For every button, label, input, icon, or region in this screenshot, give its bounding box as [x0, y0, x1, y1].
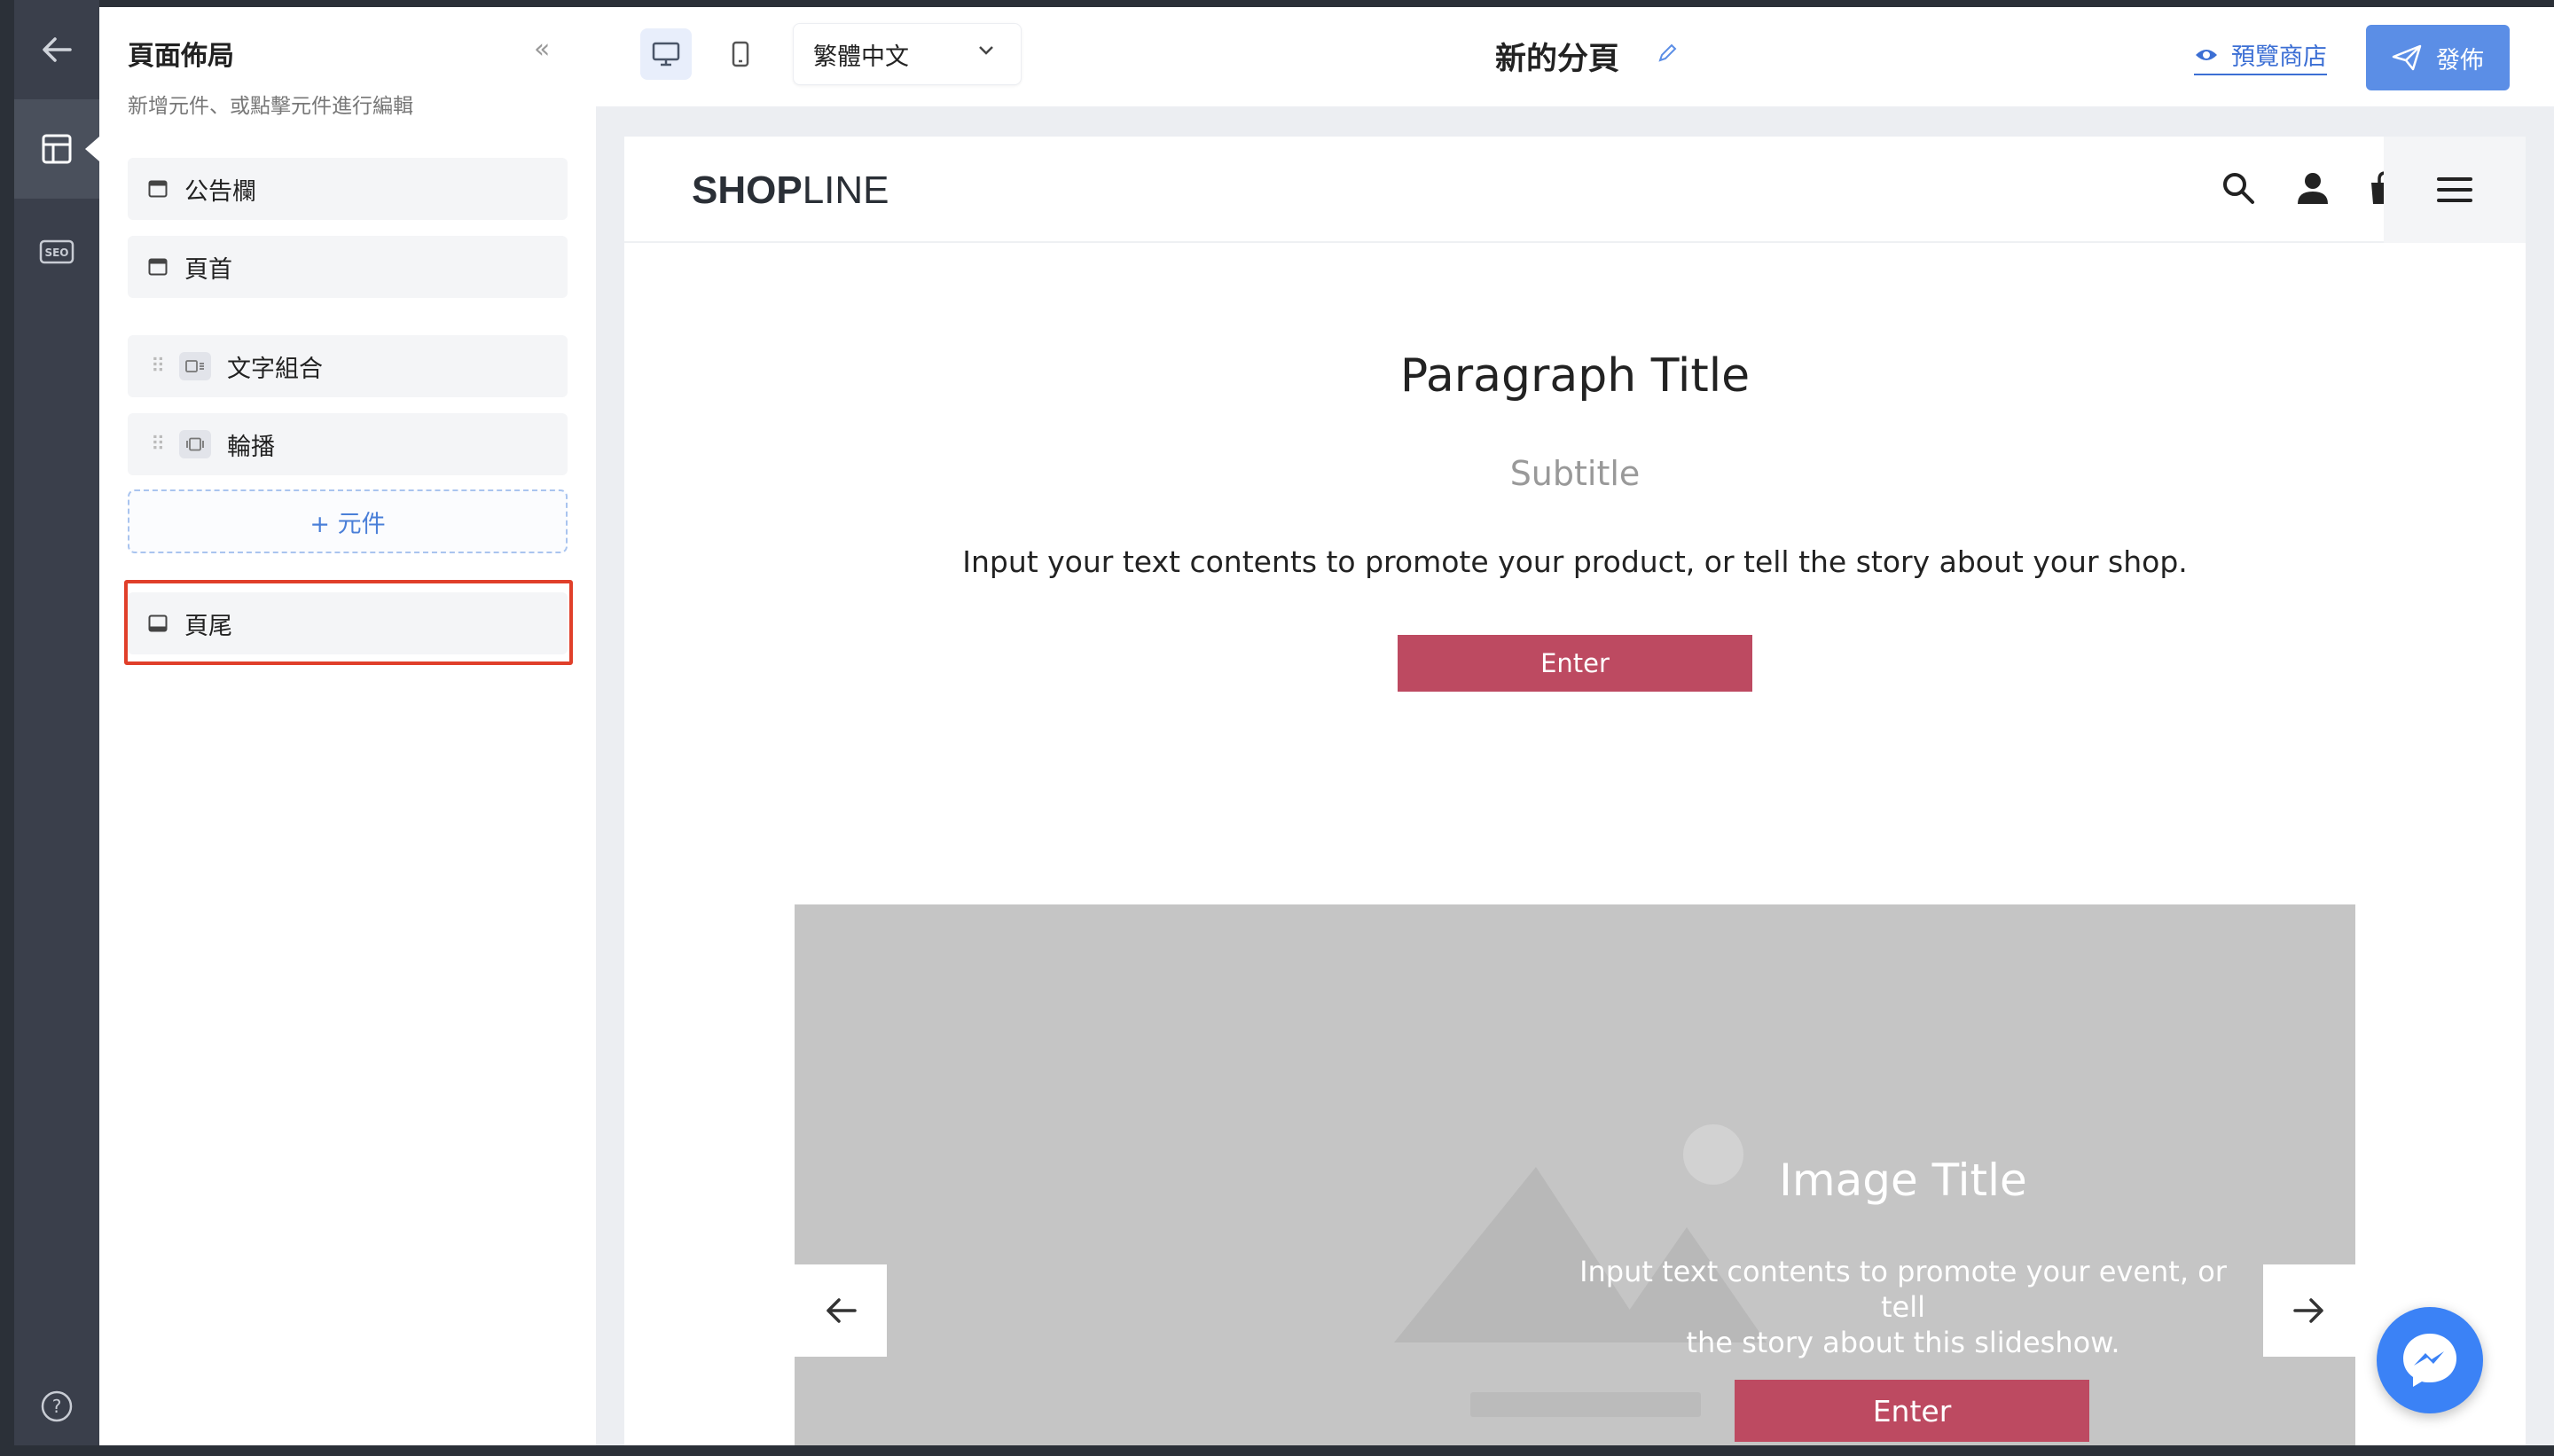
- drag-handle-icon[interactable]: ⠿: [151, 434, 168, 456]
- paragraph-subtitle: Subtitle: [1509, 454, 1641, 493]
- footer-highlight-box: [124, 580, 573, 665]
- seo-nav-button[interactable]: SEO: [14, 202, 99, 301]
- page-title: 新的分頁: [1495, 42, 1620, 77]
- publish-button[interactable]: 發佈: [2366, 25, 2510, 90]
- text-block-enter-button[interactable]: Enter: [1398, 635, 1752, 692]
- mobile-view-button[interactable]: [715, 28, 766, 80]
- text-block-icon: [179, 352, 211, 380]
- add-component-button[interactable]: + 元件: [128, 489, 568, 553]
- messenger-icon: [2403, 1334, 2456, 1387]
- chevron-down-icon: [979, 46, 993, 55]
- arrow-right-icon: [2293, 1298, 2323, 1323]
- site-preview: SHOPLINE Paragraph Title Subtitle Input …: [624, 137, 2526, 1445]
- pencil-icon[interactable]: [1657, 43, 1678, 64]
- component-label: 輪播: [227, 433, 275, 461]
- preview-label: 預覽商店: [2231, 43, 2327, 71]
- seo-icon: SEO: [39, 239, 74, 264]
- svg-text:?: ?: [52, 1396, 62, 1417]
- carousel-icon: [179, 430, 211, 458]
- drag-handle-icon[interactable]: ⠿: [151, 356, 168, 378]
- arrow-left-icon: [827, 1298, 857, 1323]
- window-top-icon: [147, 257, 168, 277]
- hamburger-icon: [2437, 177, 2472, 202]
- mobile-icon: [732, 41, 749, 67]
- language-value: 繁體中文: [813, 43, 909, 71]
- slideshow: Image Title Input text contents to promo…: [795, 904, 2355, 1445]
- site-header[interactable]: SHOPLINE: [624, 137, 2526, 243]
- slide-body: Input text contents to promote your even…: [1579, 1255, 2227, 1359]
- section-label: 頁首: [184, 255, 232, 284]
- desktop-icon: [652, 42, 680, 67]
- user-icon: [2298, 173, 2328, 204]
- search-icon: [2223, 173, 2254, 204]
- seo-label: SEO: [44, 247, 68, 259]
- paragraph-title: Paragraph Title: [1399, 349, 1751, 403]
- publish-label: 發佈: [2436, 46, 2484, 74]
- section-header[interactable]: 頁首: [128, 236, 568, 298]
- back-arrow-icon: [43, 37, 72, 62]
- panel-subtitle: 新增元件、或點擊元件進行編輯: [128, 95, 413, 118]
- component-label: 文字組合: [227, 355, 323, 383]
- active-pointer: [85, 137, 99, 161]
- layout-panel: 頁面佈局 新增元件、或點擊元件進行編輯 « 公告欄 頁首 ⠿ 文字組合 ⠿ 輪播…: [99, 7, 596, 1445]
- menu-button[interactable]: [2384, 137, 2526, 243]
- language-select[interactable]: 繁體中文: [793, 23, 1022, 85]
- paper-plane-icon: [2392, 44, 2422, 71]
- collapse-panel-button[interactable]: «: [534, 34, 550, 65]
- paragraph-body: Input your text contents to promote your…: [962, 544, 2188, 579]
- help-icon: ?: [41, 1390, 73, 1422]
- preview-store-link[interactable]: 預覽商店: [2194, 37, 2327, 75]
- help-button[interactable]: ?: [14, 1357, 99, 1456]
- eye-icon: [2196, 49, 2217, 60]
- component-carousel[interactable]: ⠿ 輪播: [128, 413, 568, 475]
- component-text-block[interactable]: ⠿ 文字組合: [128, 335, 568, 397]
- desktop-view-button[interactable]: [640, 28, 692, 80]
- nav-rail: SEO ?: [14, 0, 99, 1445]
- section-announcement-bar[interactable]: 公告欄: [128, 158, 568, 220]
- preview-canvas: SHOPLINE Paragraph Title Subtitle Input …: [596, 106, 2554, 1445]
- messenger-chat-button[interactable]: [2377, 1307, 2483, 1413]
- layout-icon: [42, 134, 72, 164]
- slide-enter-button[interactable]: Enter: [1735, 1380, 2089, 1442]
- panel-title: 頁面佈局: [128, 41, 234, 72]
- window-top-icon: [147, 179, 168, 199]
- back-button[interactable]: [14, 0, 99, 99]
- shop-logo: SHOPLINE: [692, 168, 889, 212]
- section-label: 公告欄: [184, 177, 256, 206]
- editor-toolbar: 繁體中文 新的分頁 預覽商店 發佈: [596, 7, 2554, 106]
- slide-prev-button[interactable]: [795, 1264, 887, 1357]
- slide-title: Image Title: [1779, 1155, 2027, 1206]
- slide-next-button[interactable]: [2263, 1264, 2355, 1357]
